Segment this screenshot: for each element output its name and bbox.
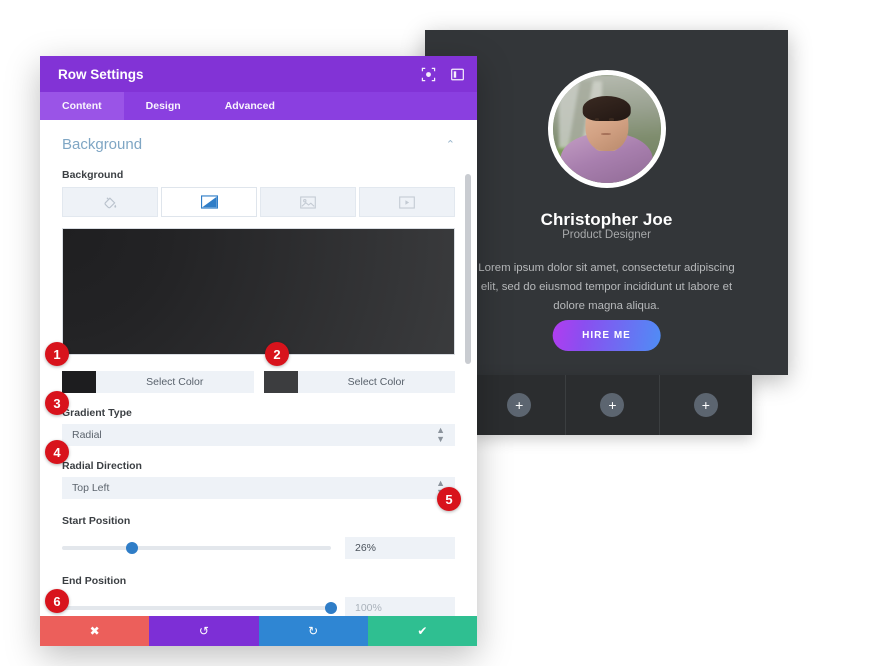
select-color-button[interactable]: Select Color [96, 371, 254, 393]
end-position-label: End Position [62, 575, 127, 587]
start-position-input[interactable]: 26% [345, 537, 455, 559]
tab-advanced[interactable]: Advanced [203, 92, 297, 120]
redo-button[interactable]: ↻ [258, 616, 368, 646]
modal-action-bar: ✖ ↺ ↻ ✔ [40, 616, 477, 646]
gradient-type-value: Radial [72, 429, 102, 441]
start-position-label: Start Position [62, 515, 131, 527]
profile-name: Christopher Joe [540, 210, 673, 229]
step-badge-4: 4 [45, 440, 69, 464]
color-swatch[interactable] [62, 371, 96, 393]
row-settings-modal: Row Settings Content Design Advanced Bac… [40, 56, 477, 646]
radial-direction-select[interactable]: Top Left ▲▼ [62, 477, 455, 499]
image-icon [300, 195, 316, 209]
start-position-slider[interactable] [62, 542, 331, 554]
screen: Christopher Joe Product Designer Lorem i… [0, 0, 880, 666]
modal-title: Row Settings [58, 66, 144, 82]
tab-content[interactable]: Content [40, 92, 124, 120]
layout-toggle-icon[interactable] [450, 67, 465, 82]
section-title: Background [62, 136, 143, 153]
background-section-header[interactable]: Background ⌃ [40, 120, 477, 159]
background-gradient-tab[interactable] [161, 187, 257, 217]
save-button[interactable]: ✔ [367, 616, 477, 646]
radial-direction-label: Radial Direction [62, 460, 142, 472]
background-image-tab[interactable] [260, 187, 356, 217]
gradient-stop-two: Select Color [263, 371, 455, 393]
color-swatch[interactable] [263, 371, 298, 393]
focus-icon[interactable] [421, 67, 436, 82]
cancel-button[interactable]: ✖ [40, 616, 150, 646]
background-video-tab[interactable] [359, 187, 455, 217]
tab-design[interactable]: Design [124, 92, 203, 120]
video-icon [399, 195, 415, 209]
column-strip: + + + [473, 375, 752, 435]
select-color-button[interactable]: Select Color [297, 371, 455, 393]
slider-handle[interactable] [125, 542, 138, 554]
radial-direction-value: Top Left [72, 482, 110, 494]
start-position-control: 26% [62, 537, 455, 559]
modal-titlebar: Row Settings [40, 56, 477, 92]
chevron-updown-icon: ▲▼ [436, 425, 445, 444]
chevron-up-icon[interactable]: ⌃ [446, 138, 455, 151]
gradient-preview [62, 228, 455, 355]
hire-me-button[interactable]: HIRE ME [552, 320, 661, 351]
profile-description: Lorem ipsum dolor sit amet, consectetur … [478, 262, 735, 313]
end-position-input[interactable]: 100% [345, 597, 455, 616]
gradient-stop-one: Select Color [62, 371, 254, 393]
modal-body: Background ⌃ Background Select Color Sel… [40, 120, 477, 616]
gradient-type-label: Gradient Type [62, 407, 132, 419]
profile-preview-card: Christopher Joe Product Designer Lorem i… [425, 30, 788, 375]
scrollbar-track[interactable] [465, 126, 474, 610]
scrollbar-thumb[interactable] [465, 174, 471, 364]
add-module-icon[interactable]: + [507, 393, 532, 417]
column-cell[interactable]: + [473, 375, 567, 435]
avatar [547, 70, 666, 188]
paint-bucket-icon [103, 196, 116, 208]
add-module-icon[interactable]: + [600, 393, 625, 417]
background-field-label: Background [62, 169, 124, 181]
gradient-color-stops: Select Color Select Color [62, 371, 455, 393]
slider-handle[interactable] [325, 602, 337, 614]
column-cell[interactable]: + [659, 375, 752, 435]
step-badge-1: 1 [45, 342, 69, 366]
add-module-icon[interactable]: + [693, 393, 718, 417]
undo-button[interactable]: ↺ [149, 616, 259, 646]
end-position-control: 100% [62, 597, 455, 616]
modal-tabs: Content Design Advanced [40, 92, 477, 120]
gradient-image-icon [200, 195, 218, 209]
avatar-photo [552, 75, 661, 183]
background-type-tabs [62, 187, 455, 217]
end-position-slider[interactable] [62, 602, 337, 614]
background-color-tab[interactable] [62, 187, 158, 217]
step-badge-3: 3 [45, 391, 69, 415]
profile-role: Product Designer [562, 229, 651, 241]
column-cell[interactable]: + [566, 375, 660, 435]
step-badge-6: 6 [45, 589, 69, 613]
step-badge-5: 5 [437, 487, 461, 511]
gradient-type-select[interactable]: Radial ▲ ▼ [62, 424, 455, 446]
step-badge-2: 2 [265, 342, 289, 366]
